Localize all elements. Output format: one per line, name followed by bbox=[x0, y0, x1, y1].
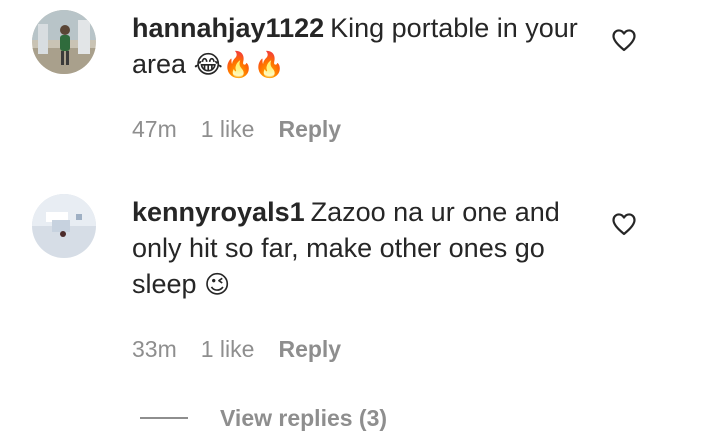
view-replies-label[interactable]: View replies (3) bbox=[220, 405, 387, 432]
view-replies-button[interactable]: View replies (3) bbox=[140, 402, 387, 434]
profile-photo-icon bbox=[32, 194, 96, 258]
comment-item: kennyroyals1 Zazoo na ur one and only hit… bbox=[0, 0, 716, 380]
view-replies-divider bbox=[140, 417, 188, 419]
comment-text: kennyroyals1 Zazoo na ur one and only hit… bbox=[132, 194, 592, 303]
comment-time: 33m bbox=[132, 336, 177, 362]
avatar[interactable] bbox=[32, 194, 96, 258]
comment-emojis: 😉 bbox=[204, 271, 231, 299]
comment-likes[interactable]: 1 like bbox=[201, 336, 255, 362]
reply-button[interactable]: Reply bbox=[278, 336, 341, 362]
comment-meta: 33m 1 like Reply bbox=[132, 334, 365, 364]
comment-username[interactable]: kennyroyals1 bbox=[132, 197, 305, 227]
heart-icon[interactable] bbox=[610, 210, 638, 238]
